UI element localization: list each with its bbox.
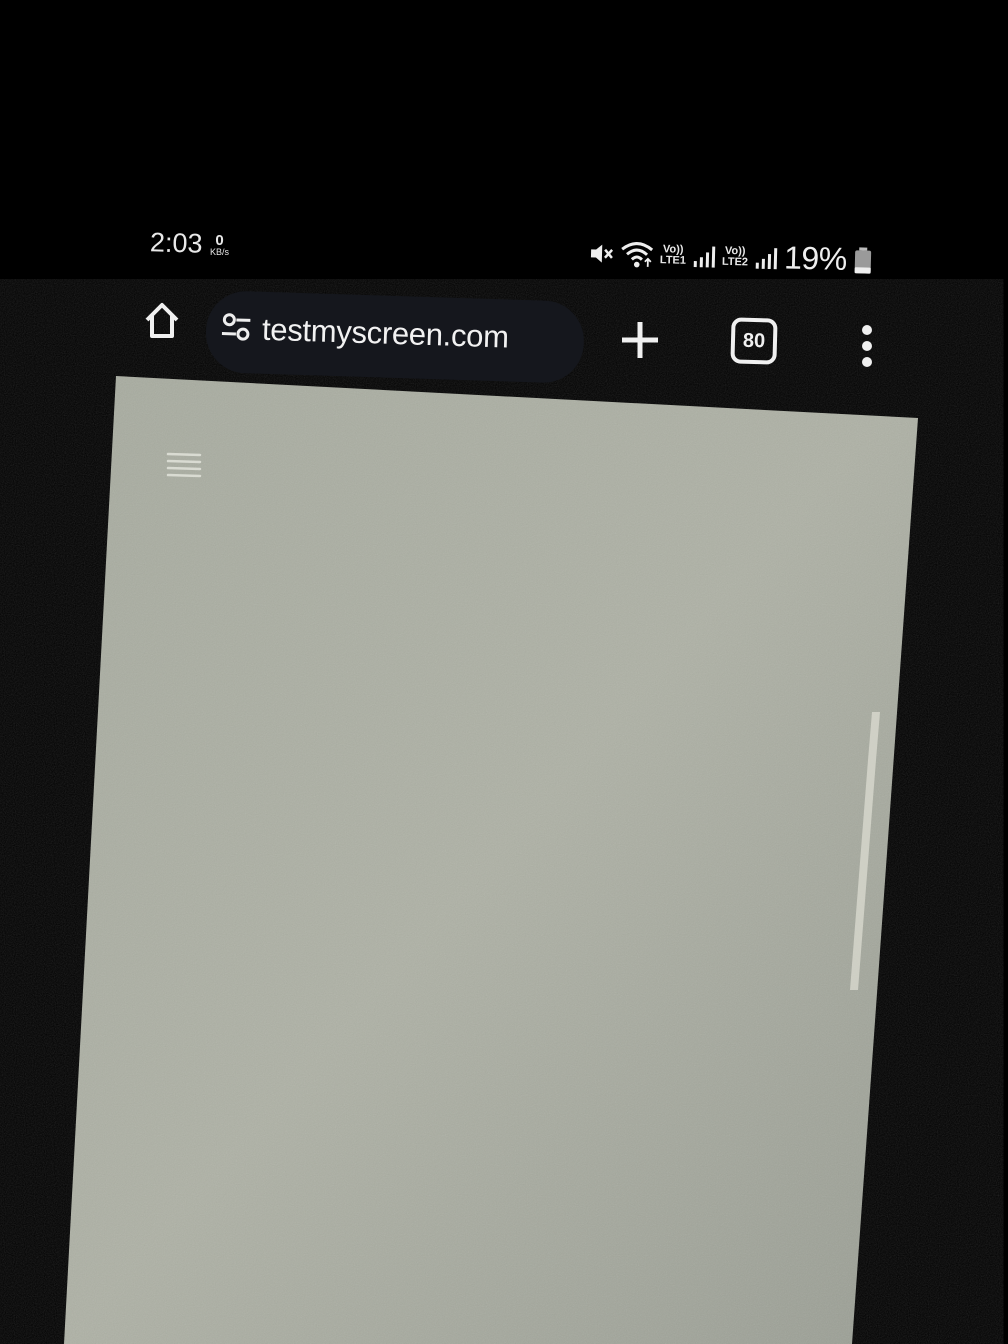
more-menu-button[interactable] bbox=[855, 322, 879, 370]
home-button[interactable] bbox=[142, 300, 182, 340]
site-settings-icon bbox=[221, 313, 251, 341]
page-noise bbox=[64, 376, 918, 1344]
url-bar[interactable]: testmyscreen.com bbox=[204, 290, 586, 384]
url-text[interactable]: testmyscreen.com bbox=[262, 312, 510, 356]
plus-icon bbox=[622, 322, 658, 358]
tab-switcher-button[interactable]: 80 bbox=[730, 317, 778, 365]
hamburger-icon[interactable] bbox=[164, 448, 204, 480]
home-icon bbox=[145, 303, 179, 338]
new-tab-button[interactable] bbox=[618, 318, 662, 362]
more-vert-icon bbox=[862, 325, 872, 367]
tab-count: 80 bbox=[742, 329, 766, 353]
photo-frame: 2:03 0 KB/s Vo)) LTE1 Vo)) LTE2 19% test… bbox=[0, 0, 1008, 1344]
phone-screen: 2:03 0 KB/s Vo)) LTE1 Vo)) LTE2 19% test… bbox=[0, 0, 1008, 1344]
site-settings-button[interactable] bbox=[220, 310, 253, 343]
browser-toolbar: testmyscreen.com 80 bbox=[0, 0, 1008, 400]
